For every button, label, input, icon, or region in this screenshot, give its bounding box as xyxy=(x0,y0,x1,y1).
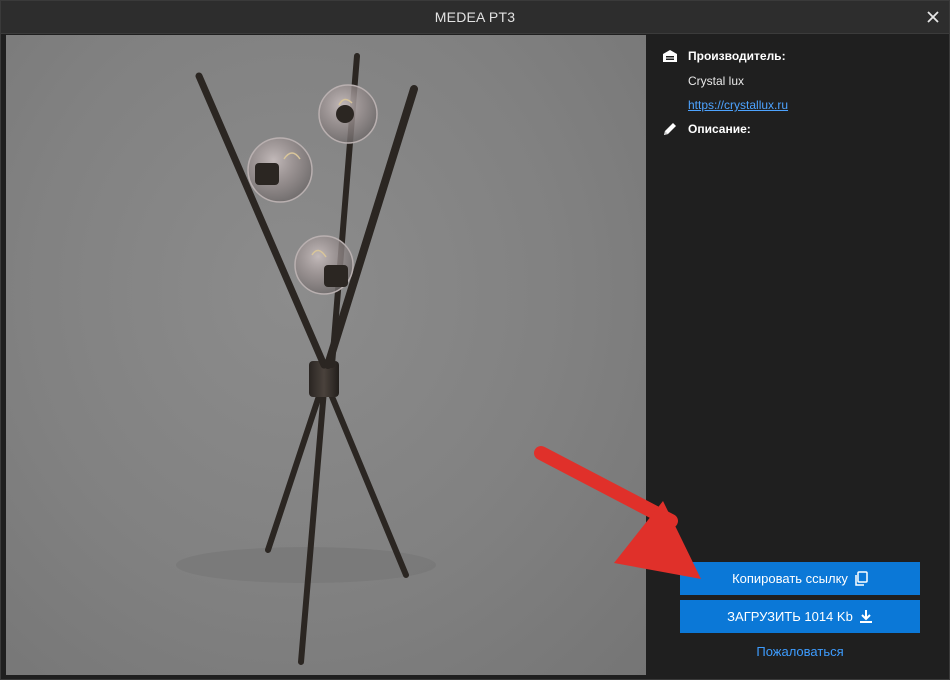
manufacturer-name: Crystal lux xyxy=(688,74,745,88)
floor-lamp-render xyxy=(176,53,436,665)
description-label: Описание: xyxy=(688,122,751,136)
copy-icon xyxy=(855,571,868,586)
manufacturer-url-link[interactable]: https://crystallux.ru xyxy=(688,98,788,112)
title-bar: MEDEA PT3 xyxy=(1,1,949,34)
download-label: ЗАГРУЗИТЬ 1014 Kb xyxy=(727,609,853,624)
model-preview-image xyxy=(6,35,646,675)
complain-link[interactable]: Пожаловаться xyxy=(680,644,920,659)
pencil-icon xyxy=(661,121,679,137)
description-row: Описание: xyxy=(661,120,931,138)
copy-link-label: Копировать ссылку xyxy=(732,571,848,586)
model-dialog-window: MEDEA PT3 Производитель: Crystal lux htt… xyxy=(0,0,950,680)
info-panel: Производитель: Crystal lux https://cryst… xyxy=(661,47,931,138)
close-icon xyxy=(927,11,939,23)
download-button[interactable]: ЗАГРУЗИТЬ 1014 Kb xyxy=(680,600,920,633)
download-icon xyxy=(859,610,872,623)
copy-link-button[interactable]: Копировать ссылку xyxy=(680,562,920,595)
manufacturer-label: Производитель: xyxy=(688,49,786,63)
close-button[interactable] xyxy=(921,5,945,29)
manufacturer-row: Производитель: xyxy=(661,47,931,65)
factory-icon xyxy=(661,48,679,64)
window-title: MEDEA PT3 xyxy=(434,9,516,25)
